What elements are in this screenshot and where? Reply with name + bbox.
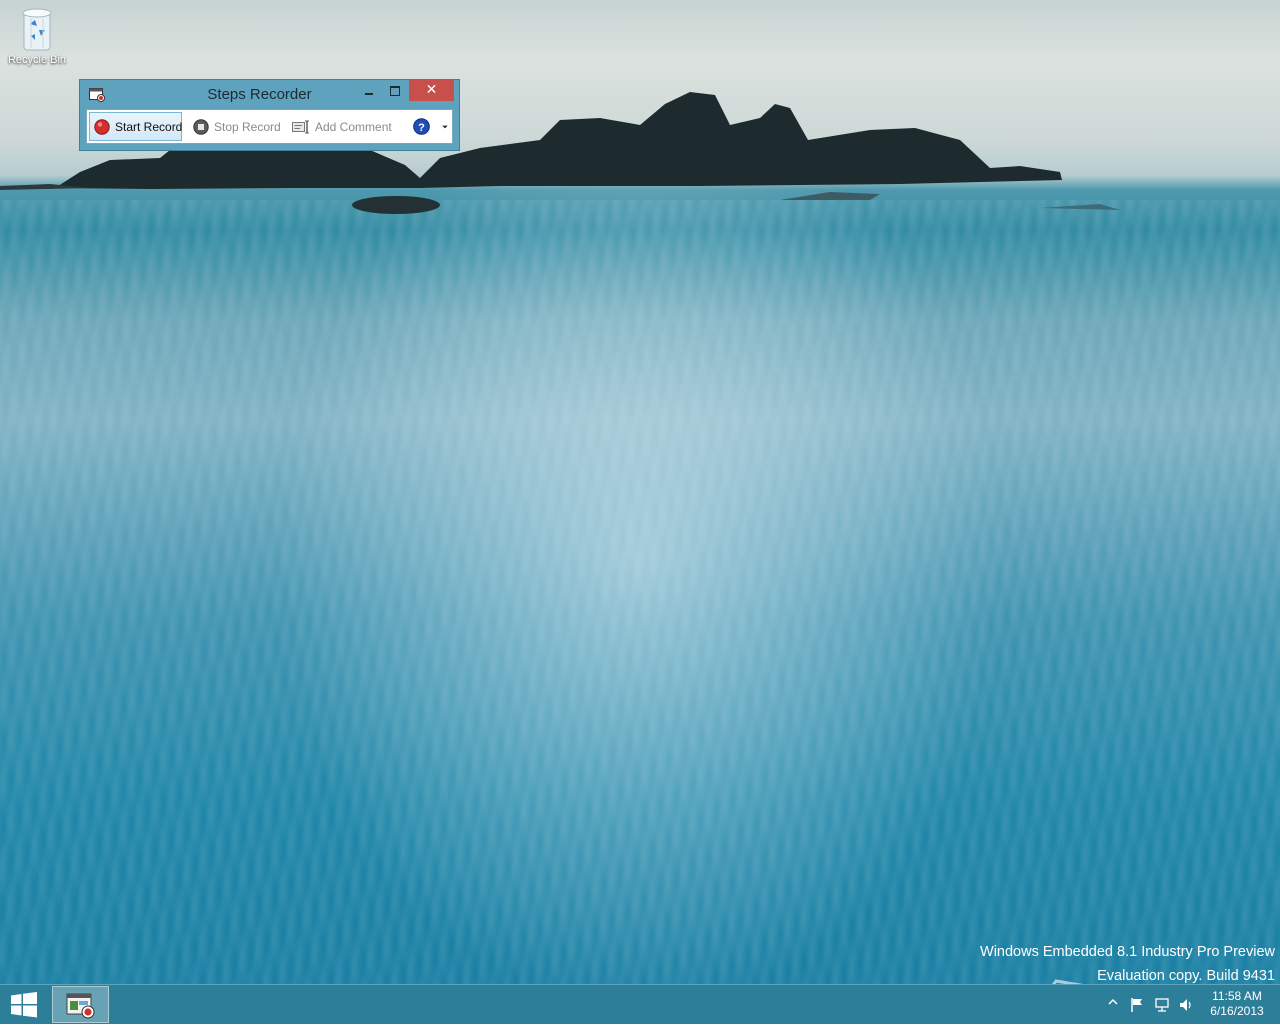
- steps-recorder-window: Steps Recorder ✕ Start Record Stop Recor…: [79, 79, 460, 151]
- stop-icon: [193, 118, 209, 135]
- start-record-button[interactable]: Start Record: [89, 112, 182, 141]
- taskbar: 11:58 AM 6/16/2013: [0, 984, 1280, 1024]
- add-comment-button[interactable]: Add Comment: [290, 112, 400, 141]
- comment-icon: [292, 120, 309, 133]
- start-button[interactable]: [0, 985, 48, 1024]
- start-record-label: Start Record: [115, 119, 183, 134]
- taskbar-steps-recorder[interactable]: [52, 986, 109, 1023]
- minimize-button[interactable]: [358, 80, 380, 101]
- taskbar-clock[interactable]: 11:58 AM 6/16/2013: [1200, 989, 1274, 1019]
- toolbar: Start Record Stop Record Add Comment ?: [86, 109, 453, 144]
- stop-record-button[interactable]: Stop Record: [190, 112, 282, 141]
- close-icon: ✕: [425, 82, 438, 98]
- add-comment-label: Add Comment: [315, 119, 392, 134]
- os-watermark: Windows Embedded 8.1 Industry Pro Previe…: [980, 940, 1275, 988]
- watermark-edition: Windows Embedded 8.1 Industry Pro Previe…: [980, 944, 1275, 960]
- show-hidden-icons-chevron-icon[interactable]: [1108, 997, 1118, 1007]
- record-icon: [94, 118, 110, 135]
- close-button[interactable]: ✕: [409, 80, 454, 101]
- maximize-button[interactable]: [384, 80, 406, 101]
- help-icon: ?: [413, 118, 430, 135]
- wallpaper-streaks: [0, 200, 1280, 984]
- recycle-bin-icon: [22, 8, 52, 51]
- recycle-bin[interactable]: Recycle Bin: [4, 6, 70, 76]
- help-glyph: ?: [418, 122, 425, 134]
- stop-record-label: Stop Record: [214, 119, 281, 134]
- flag-icon[interactable]: [1130, 997, 1144, 1013]
- windows-logo-icon: [11, 992, 37, 1018]
- clock-date: 6/16/2013: [1210, 1004, 1264, 1018]
- volume-icon[interactable]: [1178, 997, 1194, 1013]
- steps-recorder-icon: [66, 993, 95, 1019]
- clock-time: 11:58 AM: [1212, 989, 1262, 1003]
- chevron-down-icon: [442, 125, 448, 128]
- help-dropdown-button[interactable]: ?: [411, 112, 449, 141]
- title-bar[interactable]: Steps Recorder ✕: [80, 80, 459, 109]
- recycle-bin-label: Recycle Bin: [7, 54, 67, 66]
- network-icon[interactable]: [1154, 997, 1170, 1013]
